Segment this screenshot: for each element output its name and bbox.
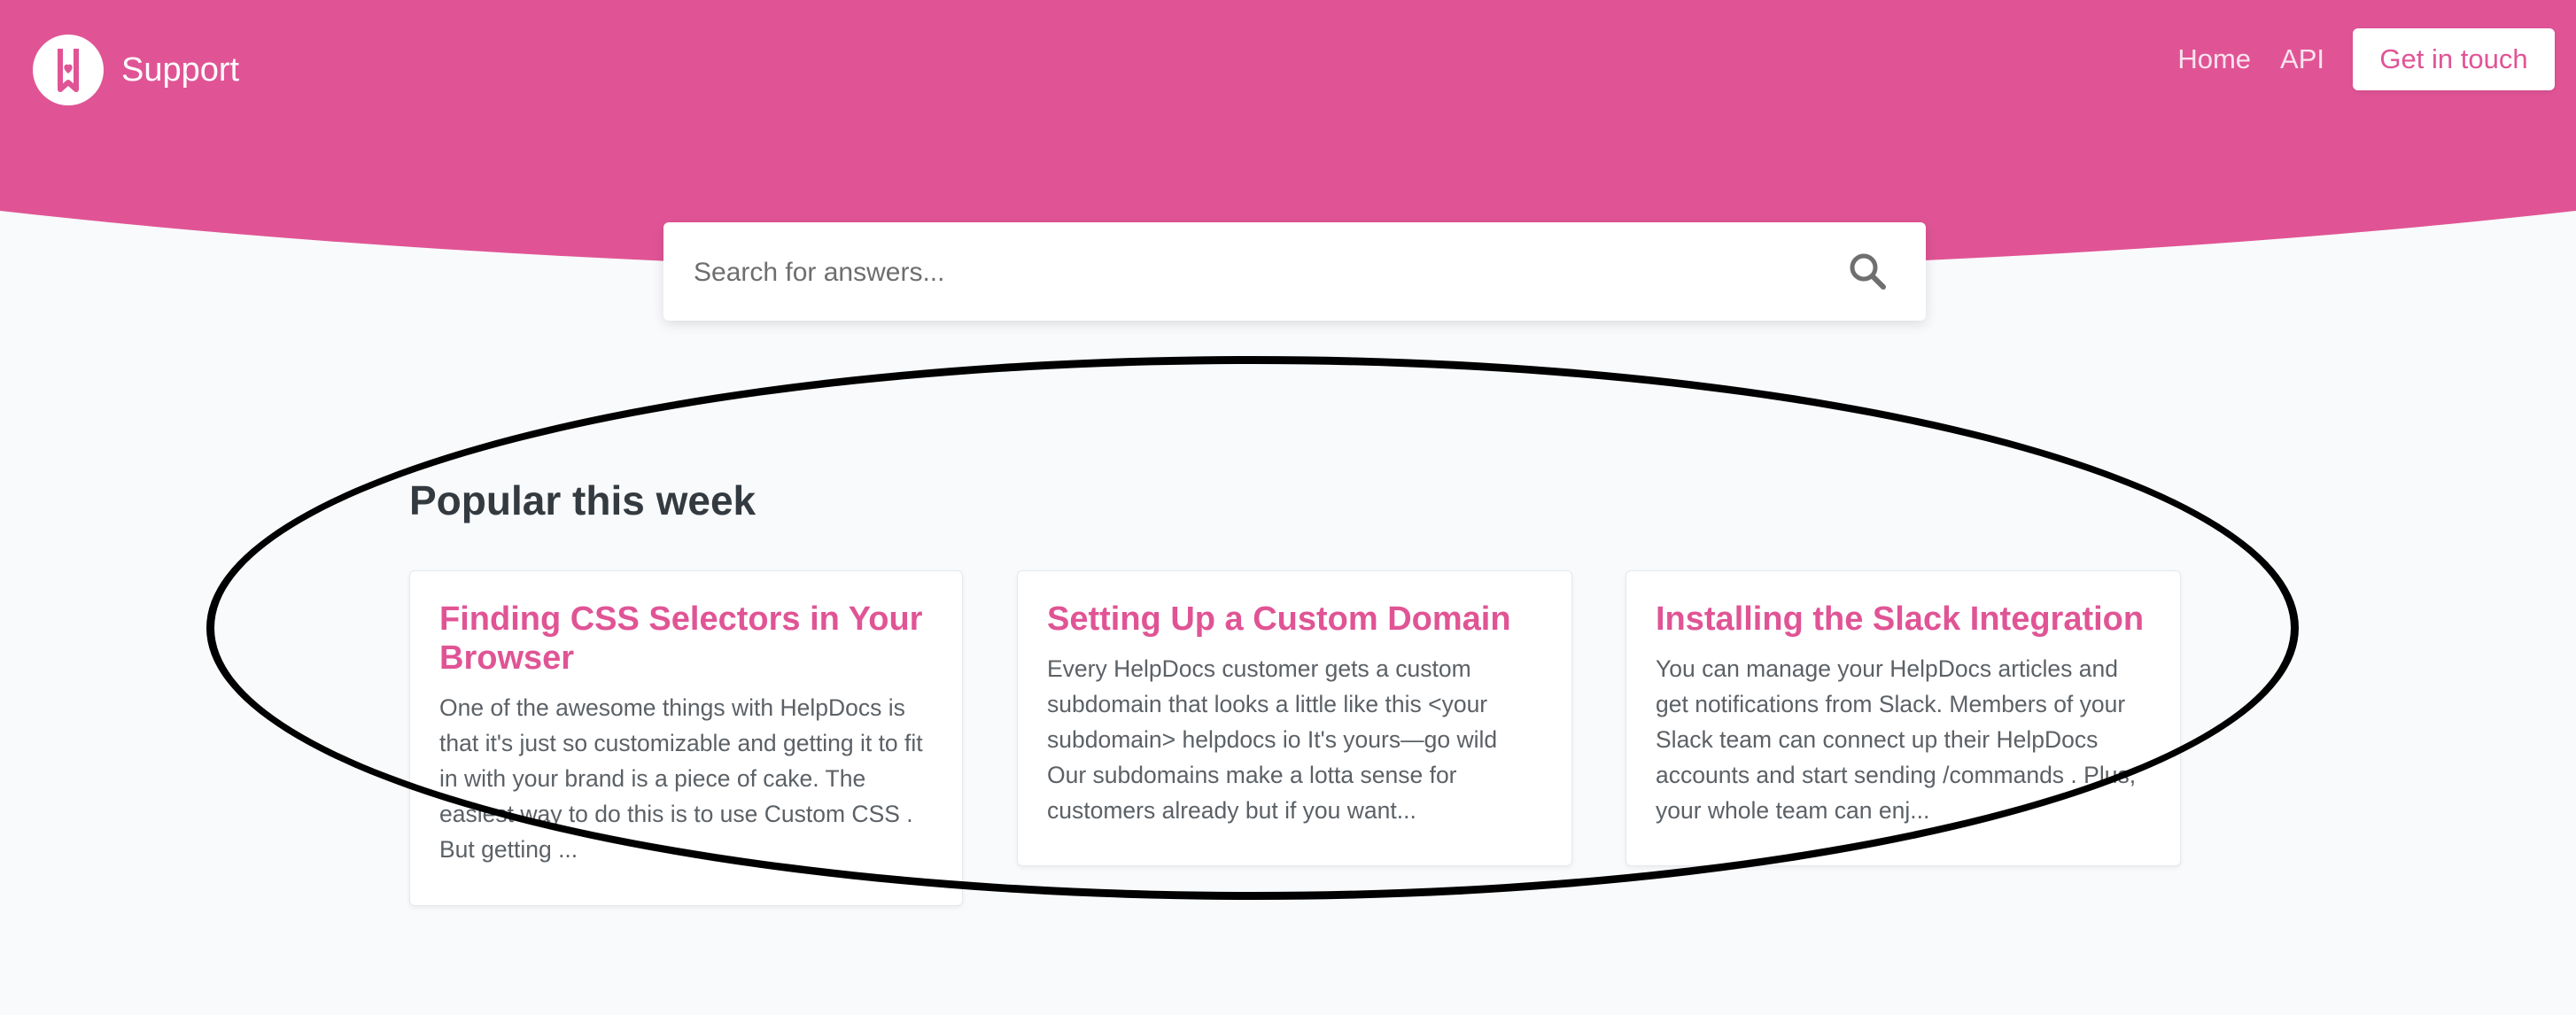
search-box — [663, 222, 1926, 322]
article-card[interactable]: Finding CSS Selectors in Your Browser On… — [409, 570, 963, 906]
search-input[interactable] — [692, 222, 1803, 322]
nav-api-link[interactable]: API — [2280, 43, 2324, 75]
search-icon[interactable] — [1848, 252, 1887, 291]
article-card[interactable]: Setting Up a Custom Domain Every HelpDoc… — [1017, 570, 1572, 866]
logo — [33, 35, 104, 105]
article-title[interactable]: Setting Up a Custom Domain — [1047, 600, 1542, 639]
section-title: Popular this week — [409, 477, 757, 523]
nav-home-link[interactable]: Home — [2177, 43, 2251, 75]
article-excerpt: Every HelpDocs customer gets a custom su… — [1047, 655, 1498, 824]
top-nav: Home API Get in touch — [2177, 28, 2555, 90]
bookmark-heart-icon — [58, 49, 79, 92]
article-card[interactable]: Installing the Slack Integration You can… — [1626, 570, 2181, 866]
article-excerpt: You can manage your HelpDocs articles an… — [1656, 655, 2137, 824]
article-title[interactable]: Finding CSS Selectors in Your Browser — [439, 600, 933, 678]
article-excerpt: One of the awesome things with HelpDocs … — [439, 694, 923, 863]
brand-name: Support — [121, 51, 240, 89]
article-title[interactable]: Installing the Slack Integration — [1656, 600, 2151, 639]
get-in-touch-button[interactable]: Get in touch — [2353, 28, 2555, 90]
brand[interactable]: Support — [33, 35, 239, 105]
